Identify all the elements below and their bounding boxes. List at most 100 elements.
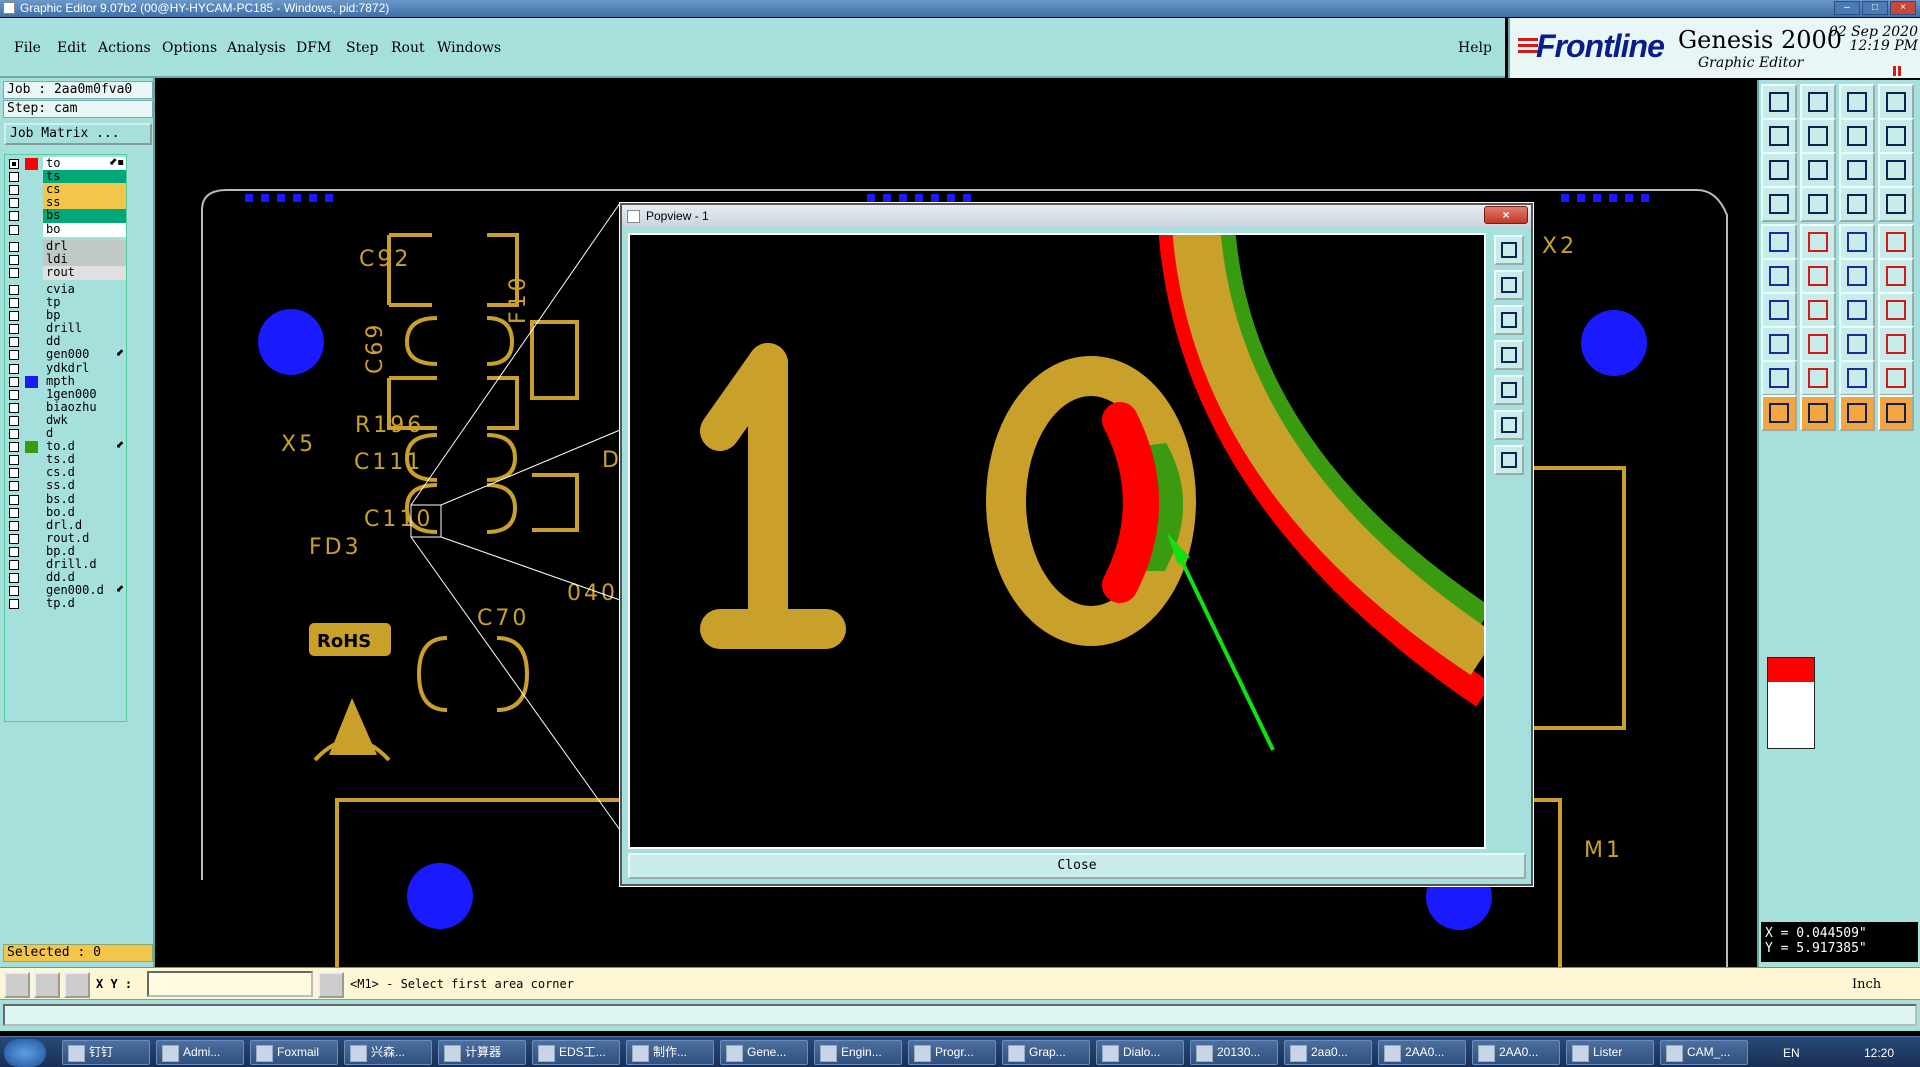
units-selector[interactable]: Inch [1852,977,1881,992]
layer-checkbox[interactable] [9,481,19,492]
layer-row-tp[interactable]: tp [5,296,126,310]
layer-checkbox[interactable] [9,468,19,479]
tool-button-icon[interactable] [1839,186,1875,222]
taskbar-item[interactable]: 制作... [626,1040,714,1065]
layer-checkbox[interactable] [9,429,19,439]
layer-checkbox[interactable] [9,560,19,570]
tool-button-icon[interactable] [1761,326,1797,362]
info-icon[interactable] [318,972,344,998]
snap-icon[interactable] [4,972,30,998]
tool-button-icon[interactable] [1761,258,1797,294]
grid-icon[interactable] [64,972,90,998]
layer-checkbox[interactable] [9,198,19,209]
layer-row-tp-d[interactable]: tp.d [5,597,126,612]
layer-checkbox[interactable] [9,586,19,597]
layer-row-dwk[interactable]: dwk [5,413,126,428]
tool-button-icon[interactable] [1878,395,1914,431]
tool-button-icon[interactable] [1761,152,1797,188]
popview-tool-icon[interactable] [1494,340,1524,370]
layer-name[interactable]: rout [43,265,126,280]
taskbar-item[interactable]: 计算器 [438,1040,526,1065]
tool-button-icon[interactable] [1839,326,1875,362]
layer-checkbox[interactable] [9,185,19,196]
layer-checkbox[interactable] [9,224,19,235]
tool-button-icon[interactable] [1800,292,1836,328]
tool-button-icon[interactable] [1839,395,1875,431]
layer-checkbox[interactable] [9,573,19,584]
menu-dfm[interactable]: DFM [296,40,331,56]
menu-analysis[interactable]: Analysis [227,40,286,56]
tool-button-icon[interactable] [1878,152,1914,188]
layer-checkbox[interactable] [9,376,19,387]
taskbar-item[interactable]: Progr... [908,1040,996,1065]
taskbar-item[interactable]: CAM_... [1660,1040,1748,1065]
menu-step[interactable]: Step [346,40,378,56]
layer-checkbox[interactable] [9,507,19,518]
layer-checkbox[interactable] [9,415,19,426]
tool-button-icon[interactable] [1878,84,1914,120]
layer-checkbox[interactable] [9,298,19,308]
menu-help[interactable]: Help [1458,40,1492,56]
tool-button-icon[interactable] [1839,360,1875,396]
layer-checkbox[interactable] [9,267,19,278]
layer-color-swatch[interactable] [25,158,38,170]
layer-checkbox[interactable] [9,211,19,222]
layer-name[interactable]: tp.d [43,597,126,612]
tool-button-icon[interactable] [1800,258,1836,294]
tool-button-icon[interactable] [1761,186,1797,222]
layer-checkbox[interactable] [9,520,19,531]
popview-tool-icon[interactable] [1494,235,1524,265]
layer-row-to[interactable]: to ⬋▪ [5,157,126,171]
taskbar-item[interactable]: Lister [1566,1040,1654,1065]
layer-name[interactable]: dwk [43,413,126,428]
layer-row-cvia[interactable]: cvia [5,282,126,297]
layer-row-ss[interactable]: ss [5,196,126,211]
popview-canvas[interactable] [628,233,1486,849]
tool-button-icon[interactable] [1800,326,1836,362]
tool-button-icon[interactable] [1800,84,1836,120]
tool-button-icon[interactable] [1800,152,1836,188]
tool-button-icon[interactable] [1839,224,1875,260]
tool-button-icon[interactable] [1878,326,1914,362]
tool-button-icon[interactable] [1800,360,1836,396]
popview-tool-icon[interactable] [1494,270,1524,300]
tool-button-icon[interactable] [1800,395,1836,431]
popview-tool-icon[interactable] [1494,410,1524,440]
start-button[interactable] [4,1039,46,1067]
menu-actions[interactable]: Actions [98,40,151,56]
layer-checkbox[interactable] [9,284,19,295]
layer-checkbox[interactable] [9,402,19,413]
taskbar-item[interactable]: 2AA0... [1472,1040,1560,1065]
tool-button-icon[interactable] [1761,84,1797,120]
tool-button-icon[interactable] [1839,152,1875,188]
taskbar-item[interactable]: 兴森... [344,1040,432,1065]
taskbar-item[interactable]: Dialo... [1096,1040,1184,1065]
taskbar-item[interactable]: 2aa0... [1284,1040,1372,1065]
layer-checkbox[interactable] [9,494,19,505]
tool-button-icon[interactable] [1800,186,1836,222]
taskbar-item[interactable]: 2AA0... [1378,1040,1466,1065]
tool-button-icon[interactable] [1878,292,1914,328]
layer-row-ts[interactable]: ts [5,170,126,185]
layer-checkbox[interactable] [9,389,19,400]
taskbar-item[interactable]: 钉钉 [62,1040,150,1065]
layer-row-drill[interactable]: drill [5,322,126,337]
layer-color-swatch[interactable] [25,375,38,388]
close-window-button[interactable]: × [1890,1,1916,15]
layer-checkbox[interactable] [9,241,19,252]
layer-checkbox[interactable] [9,363,19,374]
layer-checkbox[interactable] [9,254,19,265]
job-matrix-button[interactable]: Job Matrix ... [4,123,152,145]
popview-close-x-button[interactable]: × [1484,206,1528,224]
popview-tool-icon[interactable] [1494,445,1524,475]
layer-checkbox[interactable] [9,546,19,557]
menu-windows[interactable]: Windows [437,40,501,56]
tool-button-icon[interactable] [1839,292,1875,328]
menu-rout[interactable]: Rout [391,40,425,56]
measure-icon[interactable] [34,972,60,998]
tool-button-icon[interactable] [1839,118,1875,154]
popview-close-button[interactable]: Close [628,853,1526,879]
layer-row-bo[interactable]: bo [5,222,126,237]
tool-button-icon[interactable] [1761,224,1797,260]
layer-checkbox[interactable] [9,311,19,322]
